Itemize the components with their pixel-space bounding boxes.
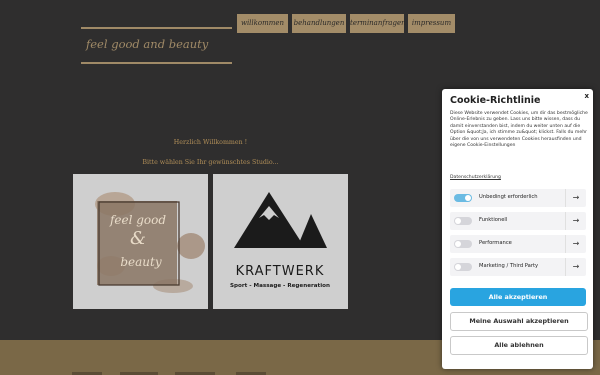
cookie-category-performance: Performance →	[450, 235, 586, 253]
nav-item-willkommen[interactable]: willkommen	[237, 14, 288, 33]
nav-item-behandlungen[interactable]: behandlungen	[292, 14, 346, 33]
toggle-marketing[interactable]	[454, 263, 472, 271]
cookie-category-necessary: Unbedingt erforderlich →	[450, 189, 586, 207]
cookie-title: Cookie-Richtlinie	[450, 95, 541, 106]
category-label: Marketing / Third Party	[479, 263, 539, 269]
mountain-right-icon	[297, 214, 327, 248]
mountain-left-icon	[234, 192, 305, 248]
arrow-right-icon[interactable]: →	[565, 258, 586, 276]
studio-kraftwerk[interactable]: KRAFTWERK Sport - Massage - Regeneration	[213, 174, 348, 309]
privacy-link[interactable]: Datenschutzerklärung	[450, 175, 501, 180]
choose-studio-text: Bitte wählen Sie Ihr gewünschtes Studio.…	[142, 159, 279, 166]
toggle-functional[interactable]	[454, 217, 472, 225]
studio-feel-good-beauty[interactable]: feel good & beauty	[73, 174, 208, 309]
arrow-right-icon[interactable]: →	[565, 235, 586, 253]
feel-good-logo-line1: feel good	[109, 213, 166, 227]
cookie-category-functional: Funktionell →	[450, 212, 586, 230]
cookie-category-marketing: Marketing / Third Party →	[450, 258, 586, 276]
nav-item-impressum[interactable]: impressum	[408, 14, 455, 33]
arrow-right-icon[interactable]: →	[565, 189, 586, 207]
main-nav: willkommen behandlungen terminanfragen i…	[237, 14, 459, 33]
accept-selection-button[interactable]: Meine Auswahl akzeptieren	[450, 312, 588, 331]
close-icon[interactable]: x	[584, 92, 589, 100]
accept-all-button[interactable]: Alle akzeptieren	[450, 288, 586, 306]
kraftwerk-logo-text: KRAFTWERK	[236, 264, 325, 279]
toggle-performance[interactable]	[454, 240, 472, 248]
welcome-text: Herzlich Willkommen !	[173, 139, 248, 146]
arrow-right-icon[interactable]: →	[565, 212, 586, 230]
feel-good-logo-image: feel good & beauty	[95, 192, 205, 293]
cookie-description: Diese Website verwendet Cookies, um dir …	[450, 111, 588, 149]
site-logo[interactable]: feel good and beauty	[81, 27, 232, 64]
category-label: Performance	[479, 240, 512, 246]
nav-item-terminanfragen[interactable]: terminanfragen	[350, 14, 406, 33]
category-label: Unbedingt erforderlich	[479, 194, 538, 200]
kraftwerk-tagline: Sport - Massage - Regeneration	[230, 283, 330, 289]
cookie-dialog: x Cookie-Richtlinie Diese Website verwen…	[442, 89, 593, 369]
feel-good-logo-line3: beauty	[120, 255, 161, 269]
toggle-necessary[interactable]	[454, 194, 472, 202]
reject-all-button[interactable]: Alle ablehnen	[450, 336, 588, 355]
kraftwerk-logo-image: KRAFTWERK Sport - Massage - Regeneration	[230, 192, 330, 289]
feel-good-logo-amp: &	[130, 228, 146, 249]
category-label: Funktionell	[479, 217, 508, 223]
logo-text: feel good and beauty	[86, 37, 209, 51]
